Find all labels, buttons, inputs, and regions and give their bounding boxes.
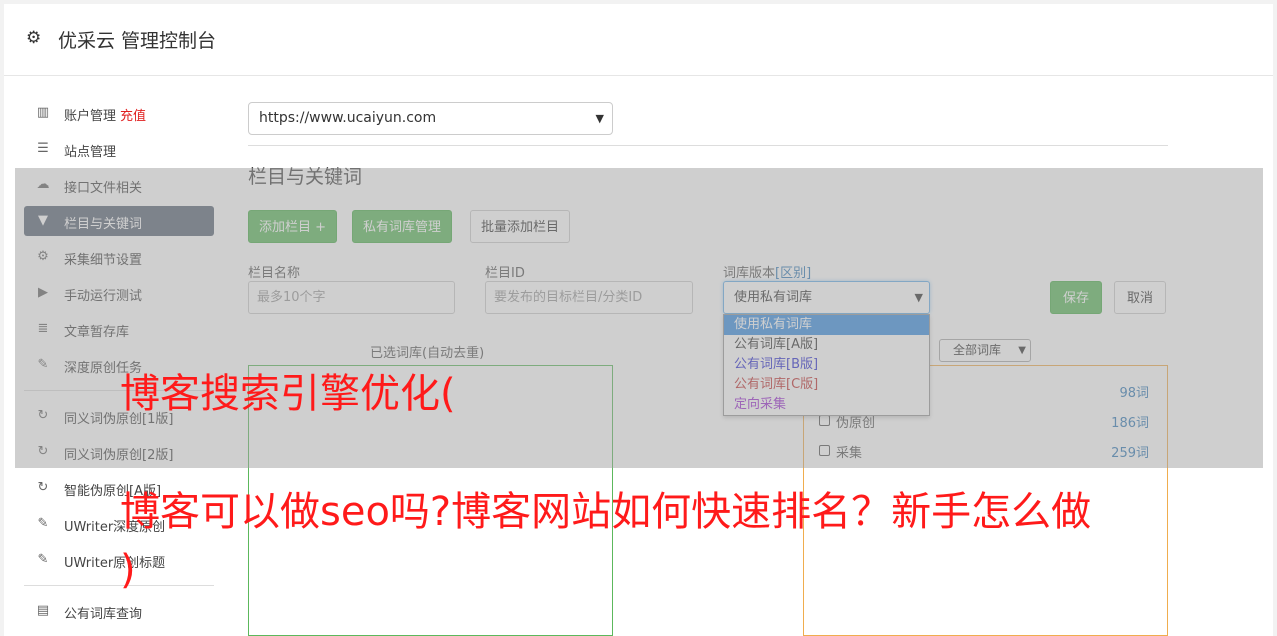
sidebar-item-account[interactable]: ▥ 账户管理 充值 xyxy=(24,98,214,128)
sidebar-item-label: 栏目与关键词 xyxy=(64,217,143,232)
edit-icon: ✎ xyxy=(37,552,49,567)
sidebar-item-uwriter-title[interactable]: ✎ UWriter原创标题 xyxy=(24,545,214,575)
filter-icon: ▼ xyxy=(38,213,48,228)
sidebar-item-public-library[interactable]: ▤ 公有词库查询 xyxy=(24,596,214,626)
sidebar-item-manual-run[interactable]: ▶ 手动运行测试 xyxy=(24,278,214,308)
library-name: 采集 xyxy=(836,446,863,461)
library-version-label: 词库版本[区别] xyxy=(723,262,811,281)
main-panel: https://www.ucaiyun.com ▼ 栏目与关键词 添加栏目 + … xyxy=(248,76,1168,636)
option-private-library[interactable]: 使用私有词库 xyxy=(724,315,929,335)
sidebar-item-label: 账户管理 xyxy=(64,109,117,124)
library-count: 98词 xyxy=(1119,386,1149,401)
site-select-value: https://www.ucaiyun.com xyxy=(259,110,437,126)
private-library-button[interactable]: 私有词库管理 xyxy=(352,210,453,243)
chevron-down-icon: ▼ xyxy=(595,112,604,125)
divider xyxy=(248,145,1168,146)
library-filter-value: 全部词库 xyxy=(953,343,1002,357)
play-icon: ▶ xyxy=(38,285,48,300)
edit-icon: ✎ xyxy=(37,357,49,372)
sidebar-item-article-storage[interactable]: ≣ 文章暂存库 xyxy=(24,314,214,344)
sidebar-item-label: 站点管理 xyxy=(64,145,117,160)
sidebar-item-interface-files[interactable]: ☁ 接口文件相关 xyxy=(24,170,214,200)
book-icon: ▤ xyxy=(36,603,50,618)
option-public-c[interactable]: 公有词库[C版] xyxy=(724,375,929,395)
app-title: 优采云 管理控制台 xyxy=(58,30,217,52)
option-directed-collect[interactable]: 定向采集 xyxy=(724,395,929,415)
save-button[interactable]: 保存 xyxy=(1050,281,1103,314)
gear-icon: ⚙ xyxy=(26,28,42,48)
sidebar-item-sites[interactable]: ☰ 站点管理 xyxy=(24,134,214,164)
difference-link[interactable]: [区别] xyxy=(775,266,811,281)
section-title: 栏目与关键词 xyxy=(248,166,363,188)
library-checkbox[interactable] xyxy=(819,415,830,426)
library-count: 186词 xyxy=(1111,416,1149,431)
sidebar-item-collect-settings[interactable]: ⚙ 采集细节设置 xyxy=(24,242,214,272)
library-version-value: 使用私有词库 xyxy=(734,290,813,305)
library-count: 259词 xyxy=(1111,446,1149,461)
library-checkbox[interactable] xyxy=(819,445,830,456)
library-filter-select[interactable]: 全部词库 ▼ xyxy=(939,339,1031,362)
bar-chart-icon: ▥ xyxy=(36,105,50,120)
sidebar-item-label: 手动运行测试 xyxy=(64,289,143,304)
column-id-input[interactable]: 要发布的目标栏目/分类ID xyxy=(485,281,693,314)
column-name-input[interactable]: 最多10个字 xyxy=(248,281,455,314)
sidebar-item-label: 公有词库查询 xyxy=(64,607,143,622)
watermark-line-1: 博客搜索引擎优化( xyxy=(120,371,456,417)
sidebar-item-label: UWriter原创标题 xyxy=(64,556,166,571)
batch-add-column-button[interactable]: 批量添加栏目 xyxy=(470,210,571,243)
server-icon: ☰ xyxy=(37,141,49,156)
library-version-text: 词库版本 xyxy=(723,266,776,281)
sidebar-item-columns-keywords[interactable]: ▼ 栏目与关键词 xyxy=(24,206,214,236)
recharge-link[interactable]: 充值 xyxy=(120,109,146,124)
option-public-a[interactable]: 公有词库[A版] xyxy=(724,335,929,355)
chevron-down-icon: ▼ xyxy=(914,291,923,304)
refresh-icon: ↻ xyxy=(37,444,49,459)
chevron-down-icon: ▼ xyxy=(1018,345,1026,356)
sidebar-item-label: 文章暂存库 xyxy=(64,325,130,340)
sidebar-item-label: 接口文件相关 xyxy=(64,181,143,196)
selected-library-title: 已选词库(自动去重) xyxy=(370,346,485,361)
library-version-dropdown: 使用私有词库 公有词库[A版] 公有词库[B版] 公有词库[C版] 定向采集 xyxy=(723,314,930,416)
watermark-line-3: ) xyxy=(120,547,136,593)
content-area: ▥ 账户管理 充值 ☰ 站点管理 ☁ 接口文件相关 ▼ 栏目与关键词 ⚙ 采集细节… xyxy=(4,76,1273,636)
sidebar: ▥ 账户管理 充值 ☰ 站点管理 ☁ 接口文件相关 ▼ 栏目与关键词 ⚙ 采集细节… xyxy=(24,98,214,632)
column-id-label: 栏目ID xyxy=(485,266,525,281)
site-select[interactable]: https://www.ucaiyun.com ▼ xyxy=(248,102,613,135)
add-column-button[interactable]: 添加栏目 + xyxy=(248,210,338,243)
cancel-button[interactable]: 取消 xyxy=(1114,281,1167,314)
sidebar-item-synonym-v2[interactable]: ↻ 同义词伪原创[2版] xyxy=(24,437,214,467)
column-name-label: 栏目名称 xyxy=(248,266,301,281)
app-header: ⚙ 优采云 管理控制台 xyxy=(4,4,1273,76)
library-item[interactable]: 采集 259词 xyxy=(819,442,1149,462)
library-version-select[interactable]: 使用私有词库 ▼ xyxy=(723,281,930,314)
cloud-upload-icon: ☁ xyxy=(36,177,50,192)
sidebar-divider xyxy=(24,585,214,586)
sidebar-item-label: 采集细节设置 xyxy=(64,253,143,268)
cogs-icon: ⚙ xyxy=(37,249,49,264)
sidebar-item-label: 同义词伪原创[2版] xyxy=(64,448,174,463)
refresh-icon: ↻ xyxy=(37,480,49,495)
edit-icon: ✎ xyxy=(37,516,49,531)
database-icon: ≣ xyxy=(37,321,49,336)
option-public-b[interactable]: 公有词库[B版] xyxy=(724,355,929,375)
watermark-line-2: 博客可以做seo吗?博客网站如何快速排名？新手怎么做 xyxy=(120,489,1092,535)
refresh-icon: ↻ xyxy=(37,408,49,423)
